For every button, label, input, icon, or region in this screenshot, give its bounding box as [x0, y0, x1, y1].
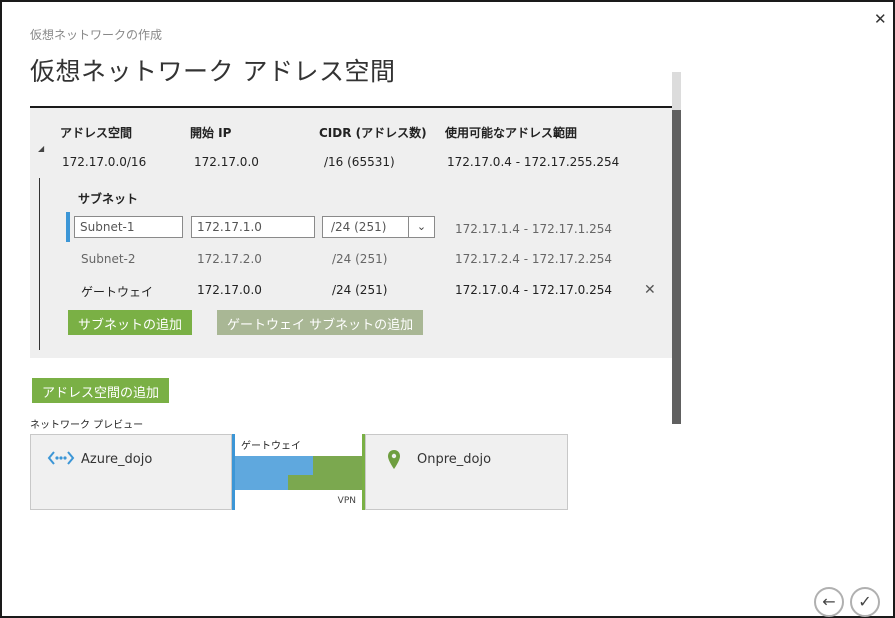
- subnet-2-start-ip: 172.17.2.0: [197, 252, 262, 266]
- chevron-down-icon[interactable]: ⌄: [408, 217, 434, 237]
- subnet-cidr-select[interactable]: /24 (251) ⌄: [322, 216, 435, 238]
- location-pin-icon: [388, 450, 400, 469]
- subnet-2-name[interactable]: Subnet-2: [81, 252, 136, 266]
- onprem-network-card: Onpre_dojo: [365, 434, 568, 510]
- address-space-cidr: /16 (65531): [324, 155, 395, 169]
- page-title: 仮想ネットワーク アドレス空間: [30, 57, 396, 86]
- close-icon[interactable]: ✕: [874, 10, 887, 28]
- subnet-tree-line: [39, 178, 40, 350]
- back-arrow-icon[interactable]: ←: [814, 587, 844, 617]
- gateway-onprem-bar: [313, 456, 362, 475]
- subnet-heading: サブネット: [78, 192, 139, 206]
- done-checkmark-icon[interactable]: ✓: [850, 587, 880, 617]
- subnet-start-ip-input[interactable]: [191, 216, 315, 238]
- vpn-label: VPN: [337, 496, 356, 506]
- gateway-subnet-name[interactable]: ゲートウェイ: [81, 283, 153, 300]
- dialog-window: ✕ 仮想ネットワークの作成 仮想ネットワーク アドレス空間 アドレス空間 開始 …: [0, 0, 895, 618]
- delete-gateway-subnet-icon[interactable]: ✕: [644, 282, 656, 298]
- header-cidr: CIDR (アドレス数): [319, 126, 427, 140]
- subnet-2-cidr: /24 (251): [332, 252, 388, 266]
- azure-network-name: Azure_dojo: [81, 452, 153, 467]
- gateway-azure-bar-lower: [235, 475, 288, 490]
- scrollbar-thumb[interactable]: [672, 110, 681, 424]
- add-gateway-subnet-button[interactable]: ゲートウェイ サブネットの追加: [217, 310, 424, 335]
- azure-network-card: Azure_dojo: [30, 434, 232, 510]
- address-space-panel: アドレス空間 開始 IP CIDR (アドレス数) 使用可能なアドレス範囲 ◢ …: [30, 106, 672, 358]
- gateway-subnet-cidr: /24 (251): [332, 283, 388, 297]
- gateway-onprem-bar-lower: [288, 475, 362, 490]
- collapse-triangle-icon[interactable]: ◢: [38, 144, 44, 153]
- subnet-cidr-selected-value: /24 (251): [331, 220, 387, 234]
- virtual-network-icon: [47, 451, 75, 465]
- selected-row-indicator: [66, 212, 70, 242]
- address-space-value: 172.17.0.0/16: [62, 155, 147, 169]
- add-subnet-button[interactable]: サブネットの追加: [68, 310, 193, 335]
- header-address-space: アドレス空間: [60, 126, 133, 140]
- network-preview-label: ネットワーク プレビュー: [30, 420, 144, 431]
- gateway-subnet-range: 172.17.0.4 - 172.17.0.254: [455, 283, 613, 297]
- gateway-azure-bar: [235, 456, 313, 475]
- gateway-subnet-start-ip: 172.17.0.0: [197, 283, 262, 297]
- wizard-subtitle: 仮想ネットワークの作成: [30, 28, 163, 42]
- header-usable-range: 使用可能なアドレス範囲: [445, 126, 578, 140]
- subnet-2-range: 172.17.2.4 - 172.17.2.254: [455, 252, 613, 266]
- add-address-space-button[interactable]: アドレス空間の追加: [32, 378, 170, 403]
- subnet-1-range: 172.17.1.4 - 172.17.1.254: [455, 222, 613, 236]
- subnet-name-input[interactable]: [74, 216, 183, 238]
- onprem-network-name: Onpre_dojo: [417, 452, 492, 467]
- address-space-range: 172.17.0.4 - 172.17.255.254: [447, 155, 620, 169]
- gateway-label: ゲートウェイ: [241, 441, 301, 452]
- gateway-connector: ゲートウェイ VPN: [232, 434, 365, 510]
- header-start-ip: 開始 IP: [190, 126, 232, 140]
- address-space-start-ip: 172.17.0.0: [194, 155, 259, 169]
